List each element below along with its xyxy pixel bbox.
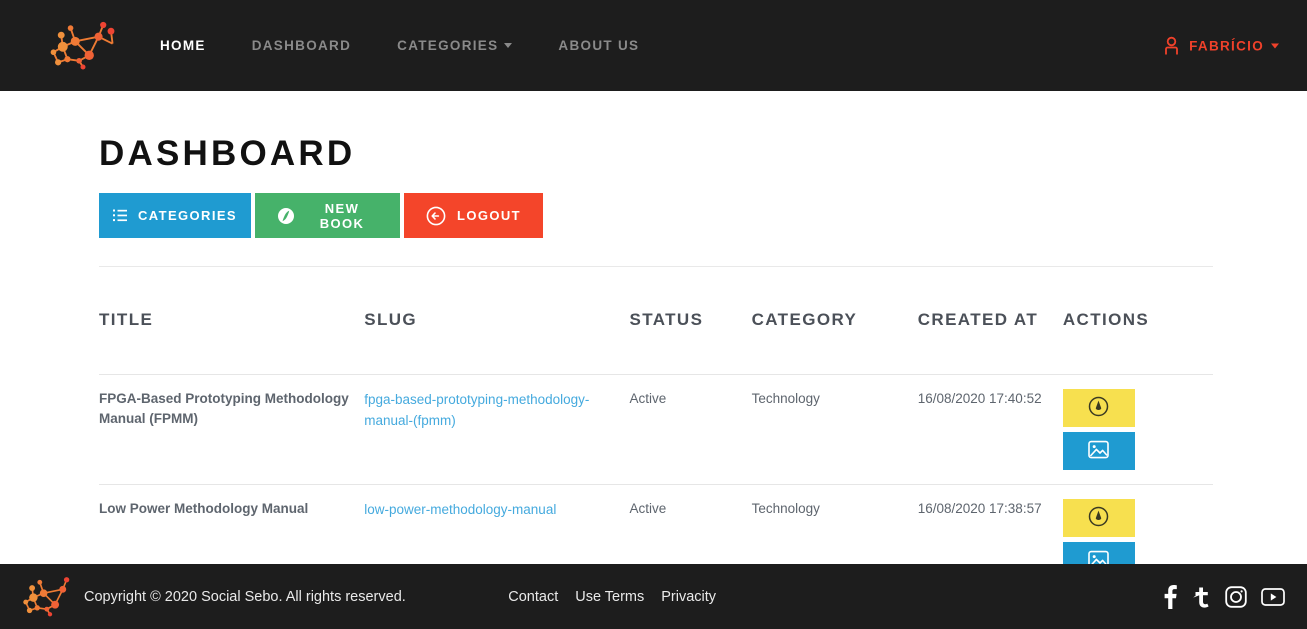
new-book-button[interactable]: NEW BOOK bbox=[255, 193, 400, 238]
column-header-actions: ACTIONS bbox=[1062, 267, 1213, 375]
nav-item-categories[interactable]: CATEGORIES bbox=[397, 28, 513, 63]
categories-button[interactable]: CATEGORIES bbox=[99, 193, 251, 238]
edit-icon bbox=[1088, 506, 1109, 530]
slug-link[interactable]: low-power-methodology-manual bbox=[364, 502, 556, 517]
nav-item-about-us[interactable]: ABOUT US bbox=[558, 28, 639, 63]
list-icon bbox=[113, 209, 127, 222]
instagram-icon[interactable] bbox=[1225, 585, 1247, 608]
nav-item-dashboard[interactable]: DASHBOARD bbox=[252, 28, 351, 63]
page-footer: Copyright © 2020 Social Sebo. All rights… bbox=[0, 564, 1307, 629]
cell-slug: fpga-based-prototyping-methodology-manua… bbox=[364, 374, 630, 485]
edit-button[interactable] bbox=[1062, 498, 1135, 537]
footer-copyright: Copyright © 2020 Social Sebo. All rights… bbox=[84, 588, 406, 605]
footer-link-use-terms[interactable]: Use Terms bbox=[575, 589, 644, 605]
cell-title: FPGA-Based Prototyping Methodology Manua… bbox=[99, 374, 365, 485]
logout-button-label: LOGOUT bbox=[457, 208, 522, 223]
top-navbar: HOME DASHBOARD CATEGORIES ABOUT US FABRÍ… bbox=[0, 0, 1307, 91]
cell-actions bbox=[1062, 374, 1213, 485]
footer-logo[interactable] bbox=[18, 574, 82, 620]
image-button[interactable] bbox=[1062, 431, 1135, 470]
user-name: FABRÍCIO bbox=[1189, 38, 1264, 53]
facebook-icon[interactable] bbox=[1161, 584, 1178, 609]
nav-item-home[interactable]: HOME bbox=[160, 28, 206, 63]
cell-created-at: 16/08/2020 17:40:52 bbox=[917, 374, 1063, 485]
column-header-status: STATUS bbox=[629, 267, 752, 375]
logo-graph-icon bbox=[50, 21, 115, 69]
logo-graph-icon bbox=[23, 576, 70, 616]
user-icon bbox=[1163, 36, 1180, 55]
table-header-row: TITLE SLUG STATUS CATEGORY CREATED AT AC… bbox=[99, 267, 1213, 375]
main-content: DASHBOARD CATEGORIES NEW BOOK LOGOUT TIT… bbox=[0, 91, 1307, 629]
column-header-created-at: CREATED AT bbox=[917, 267, 1063, 375]
book-swirl-icon bbox=[277, 207, 295, 225]
cell-status: Active bbox=[629, 374, 752, 485]
action-button-row: CATEGORIES NEW BOOK LOGOUT bbox=[99, 193, 1307, 238]
column-header-slug: SLUG bbox=[364, 267, 630, 375]
main-nav: HOME DASHBOARD CATEGORIES ABOUT US bbox=[160, 28, 685, 63]
social-links bbox=[1161, 584, 1285, 609]
arrow-left-circle-icon bbox=[426, 206, 446, 226]
chevron-down-icon bbox=[1271, 43, 1279, 48]
footer-link-contact[interactable]: Contact bbox=[508, 589, 558, 605]
edit-button[interactable] bbox=[1062, 388, 1135, 427]
youtube-icon[interactable] bbox=[1261, 587, 1285, 606]
cell-category: Technology bbox=[751, 374, 918, 485]
edit-icon bbox=[1088, 396, 1109, 420]
slug-link[interactable]: fpga-based-prototyping-methodology-manua… bbox=[364, 392, 589, 429]
user-menu[interactable]: FABRÍCIO bbox=[1163, 36, 1279, 55]
column-header-category: CATEGORY bbox=[751, 267, 918, 375]
social-sebo-logo[interactable] bbox=[44, 18, 122, 74]
footer-link-privacity[interactable]: Privacity bbox=[661, 589, 716, 605]
image-icon bbox=[1088, 440, 1110, 462]
column-header-title: TITLE bbox=[99, 267, 365, 375]
nav-item-home-label: HOME bbox=[160, 38, 206, 53]
books-table-head: TITLE SLUG STATUS CATEGORY CREATED AT AC… bbox=[99, 267, 1213, 375]
nav-item-about-us-label: ABOUT US bbox=[558, 38, 640, 53]
nav-item-categories-label: CATEGORIES bbox=[397, 38, 499, 53]
table-row: FPGA-Based Prototyping Methodology Manua… bbox=[99, 374, 1213, 485]
nav-item-dashboard-label: DASHBOARD bbox=[251, 38, 352, 53]
logout-button[interactable]: LOGOUT bbox=[404, 193, 543, 238]
new-book-button-label: NEW BOOK bbox=[319, 200, 365, 231]
footer-links: Contact Use Terms Privacity bbox=[508, 589, 716, 605]
categories-button-label: CATEGORIES bbox=[138, 208, 237, 223]
page-title: DASHBOARD bbox=[99, 134, 356, 173]
chevron-down-icon bbox=[504, 43, 513, 48]
twitter-icon[interactable] bbox=[1192, 586, 1211, 608]
